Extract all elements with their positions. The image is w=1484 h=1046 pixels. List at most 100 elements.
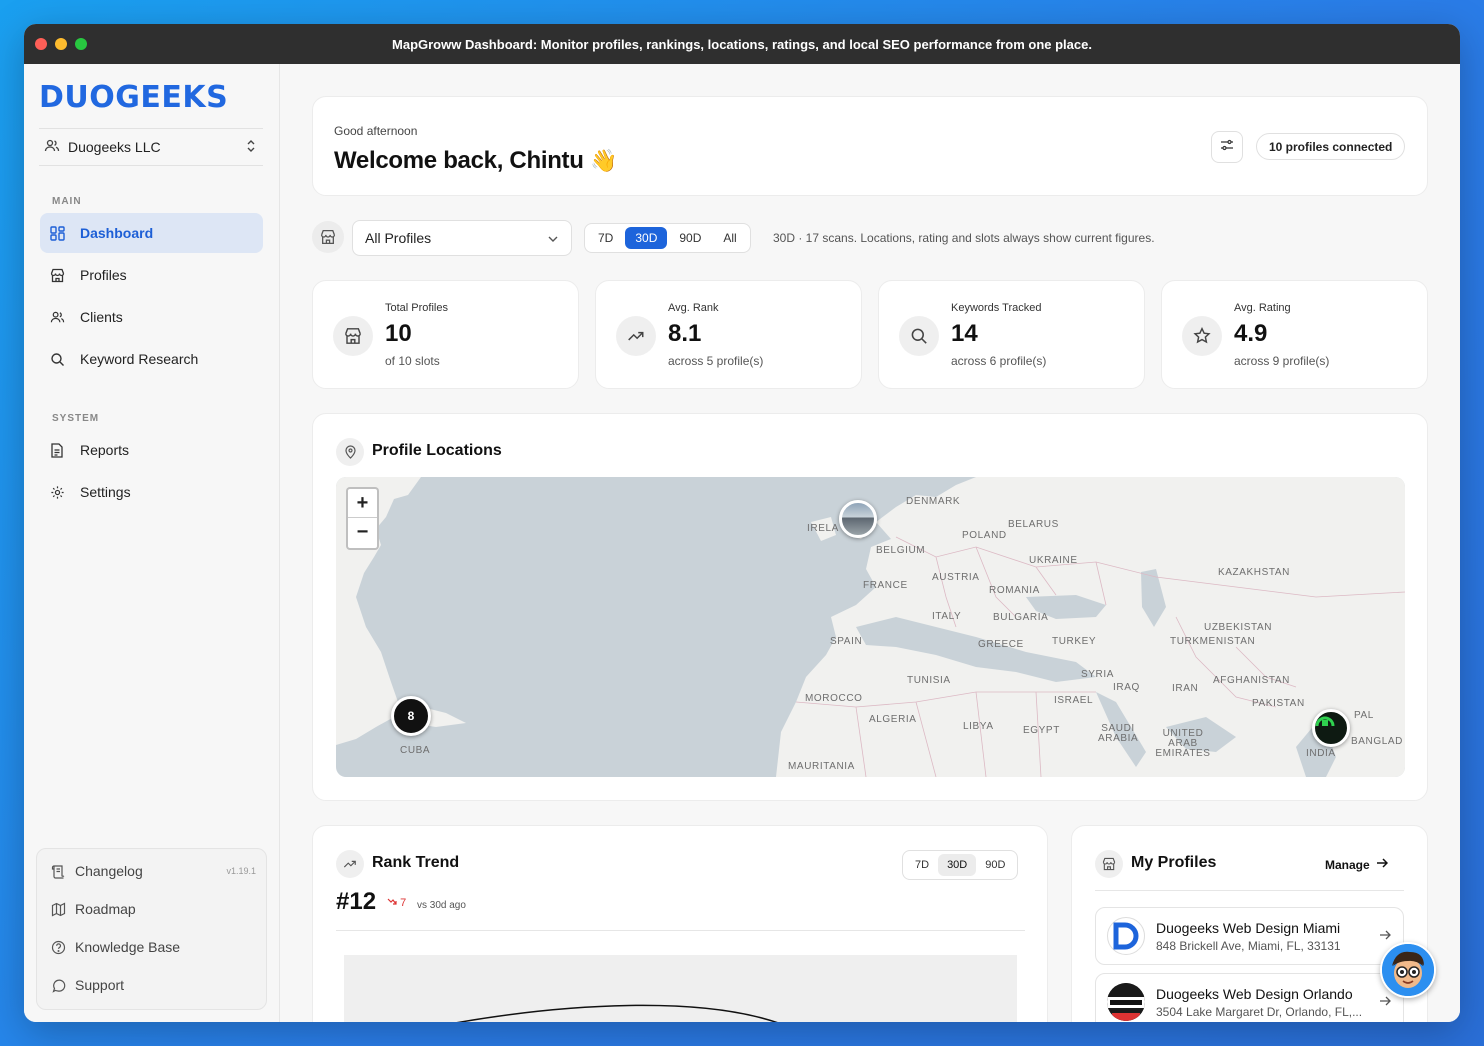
store-icon (312, 221, 344, 253)
zoom-in-button[interactable]: + (348, 489, 377, 518)
map-label: UNITED ARAB EMIRATES (1155, 728, 1211, 759)
stat-card-keywords-tracked: Keywords Tracked 14 across 6 profile(s) (878, 280, 1145, 389)
profile-list-item[interactable]: Duogeeks Web Design Miami 848 Brickell A… (1095, 907, 1404, 965)
sliders-icon (1220, 138, 1234, 157)
users-icon (49, 309, 65, 325)
nav-reports[interactable]: Reports (40, 430, 263, 470)
nav-settings[interactable]: Settings (40, 472, 263, 512)
nav-keyword-research[interactable]: Keyword Research (40, 339, 263, 379)
map-label: MAURITANIA (788, 761, 855, 772)
file-icon (49, 442, 65, 458)
users-icon (44, 138, 60, 157)
map-label: ROMANIA (989, 585, 1040, 596)
map-label: FRANCE (863, 580, 908, 591)
logo[interactable]: DUOGEEKS (39, 80, 228, 115)
location-marker-uk[interactable] (839, 500, 877, 538)
trend-range-90d-button[interactable]: 90D (976, 854, 1014, 876)
profile-name: Duogeeks Web Design Orlando (1156, 986, 1353, 1002)
search-icon (49, 351, 65, 367)
range-7d-button[interactable]: 7D (588, 227, 623, 249)
map-label: UKRAINE (1029, 555, 1078, 566)
divider (336, 930, 1025, 931)
nav-clients[interactable]: Clients (40, 297, 263, 337)
rank-trend-line (456, 1004, 778, 1022)
stat-label: Keywords Tracked (951, 302, 1042, 314)
chevron-down-icon (547, 230, 559, 246)
nav-dashboard-label: Dashboard (80, 225, 154, 241)
range-all-button[interactable]: All (713, 227, 746, 249)
profile-filter-value: All Profiles (365, 230, 432, 246)
version-badge: v1.19.1 (226, 866, 256, 876)
rank-trend-chart (344, 955, 1017, 1022)
rank-trend-title: Rank Trend (372, 854, 460, 871)
map-label: IRELA (807, 523, 839, 534)
nav-dashboard[interactable]: Dashboard (40, 213, 263, 253)
rank-compare-label: vs 30d ago (417, 900, 466, 911)
rank-trend-range-toggle: 7D 30D 90D (902, 850, 1019, 880)
main-content: Good afternoon Welcome back, Chintu 👋 10… (281, 64, 1460, 1022)
profile-address: 848 Brickell Ave, Miami, FL, 33131 (1156, 939, 1341, 953)
trend-range-7d-button[interactable]: 7D (906, 854, 938, 876)
map-label: BANGLAD (1351, 736, 1403, 747)
profile-filter-select[interactable]: All Profiles (352, 220, 572, 256)
arrow-right-icon (1379, 928, 1391, 946)
nav-keyword-research-label: Keyword Research (80, 351, 199, 367)
date-range-toggle: 7D 30D 90D All (584, 223, 751, 253)
help-links-panel: Changelog v1.19.1 Roadmap Knowledge Base (36, 848, 267, 1010)
map-label: UZBEKISTAN (1204, 622, 1273, 633)
map-label: PAKISTAN (1252, 698, 1305, 709)
close-window-button[interactable] (35, 38, 47, 50)
locations-map[interactable]: + − DENMARK BELARUS POLAND BELGIUM UKRAI… (336, 477, 1405, 777)
store-icon (333, 316, 373, 356)
nav-reports-label: Reports (80, 442, 130, 458)
location-marker-india[interactable] (1312, 709, 1350, 747)
support-link[interactable]: Support (51, 975, 256, 995)
welcome-heading: Welcome back, Chintu 👋 (334, 147, 617, 175)
map-label: GREECE (978, 639, 1024, 650)
map-label: AFGHANISTAN (1213, 675, 1290, 686)
map-label: LIBYA (963, 721, 994, 732)
range-90d-button[interactable]: 90D (669, 227, 711, 249)
app-window: MapGroww Dashboard: Monitor profiles, ra… (24, 24, 1460, 1022)
system-section-label: SYSTEM (52, 413, 100, 424)
nav-profiles[interactable]: Profiles (40, 255, 263, 295)
profile-avatar (1107, 983, 1145, 1021)
stat-subtext: across 5 profile(s) (668, 354, 764, 368)
map-label: TUNISIA (907, 675, 951, 686)
map-label: SYRIA (1081, 669, 1115, 680)
knowledge-base-link[interactable]: Knowledge Base (51, 937, 256, 957)
profile-list-item[interactable]: Duogeeks Web Design Orlando 3504 Lake Ma… (1095, 973, 1404, 1022)
profiles-connected-badge: 10 profiles connected (1256, 133, 1406, 160)
map-label: AUSTRIA (932, 572, 980, 583)
location-cluster-marker[interactable]: 8 (391, 696, 431, 736)
help-icon (51, 939, 67, 955)
roadmap-link[interactable]: Roadmap (51, 899, 256, 919)
changelog-link[interactable]: Changelog v1.19.1 (51, 861, 256, 881)
map-label: CUBA (400, 745, 431, 756)
profile-locations-title: Profile Locations (372, 442, 502, 459)
stat-value: 4.9 (1234, 320, 1268, 347)
map-label: KAZAKHSTAN (1218, 567, 1290, 578)
zoom-out-button[interactable]: − (348, 518, 377, 547)
map-label: PAL (1354, 710, 1374, 721)
assistant-avatar-button[interactable] (1380, 942, 1436, 998)
map-label: SAUDI ARABIA (1098, 723, 1139, 744)
map-pin-icon (336, 438, 364, 466)
trending-up-icon (616, 316, 656, 356)
map-label: BULGARIA (993, 612, 1049, 623)
star-icon (1182, 316, 1222, 356)
stat-label: Total Profiles (385, 302, 448, 314)
manage-profiles-link[interactable]: Manage (1325, 857, 1388, 872)
minimize-window-button[interactable] (55, 38, 67, 50)
current-rank: #12 (336, 888, 377, 915)
stat-subtext: of 10 slots (385, 354, 440, 368)
stat-label: Avg. Rank (668, 302, 719, 314)
title-bar: MapGroww Dashboard: Monitor profiles, ra… (24, 24, 1460, 64)
organization-select[interactable]: Duogeeks LLC (39, 128, 263, 166)
stat-value: 14 (951, 320, 978, 347)
trend-range-30d-button[interactable]: 30D (938, 854, 977, 876)
filter-settings-button[interactable] (1211, 131, 1243, 163)
map-label: EGYPT (1023, 725, 1060, 736)
maximize-window-button[interactable] (75, 38, 87, 50)
range-30d-button[interactable]: 30D (625, 227, 668, 249)
